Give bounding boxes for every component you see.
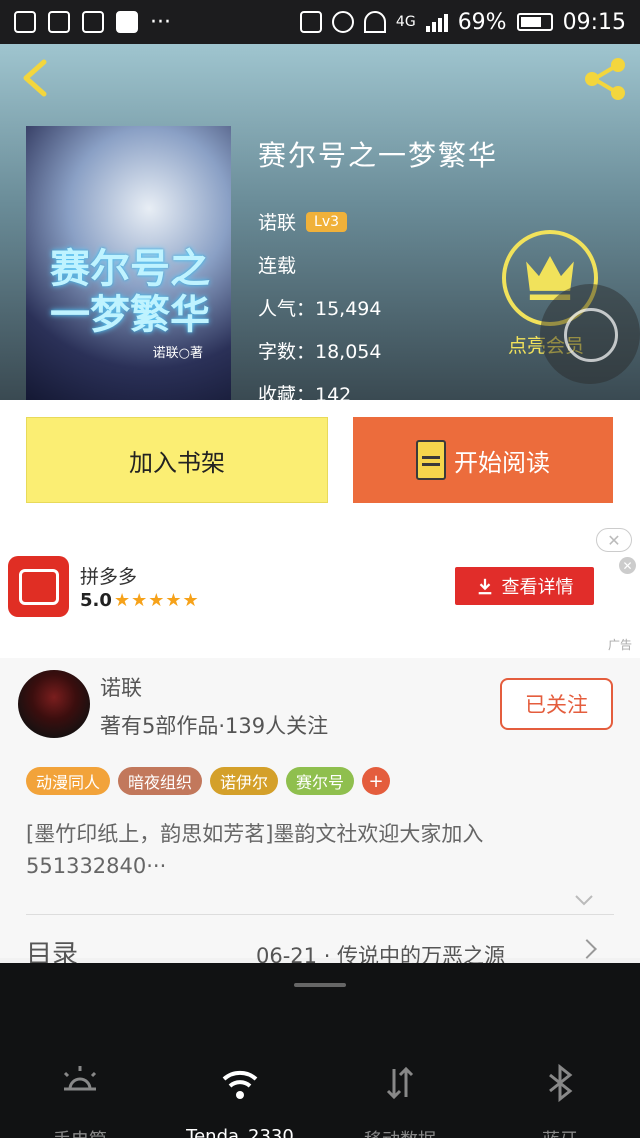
popularity-text: 人气：15,494 (258, 298, 382, 320)
download-icon (478, 578, 491, 595)
word-count-text: 字数：18,054 (258, 341, 382, 363)
start-reading-label: 开始阅读 (454, 448, 550, 477)
star-rating-icon: ★★★★★ (114, 590, 200, 611)
book-icon (416, 440, 446, 480)
mobile-data-icon (386, 1066, 414, 1100)
author-card: 诺联 著有5部作品·139人关注 已关注 动漫同人 暗夜组织 诺伊尔 赛尔号 +… (0, 658, 640, 970)
app-notification-icon (48, 11, 70, 33)
wifi-icon (222, 1070, 258, 1099)
ad-rating: 5.0 (80, 590, 112, 611)
tag-list: 动漫同人 暗夜组织 诺伊尔 赛尔号 + (26, 767, 391, 795)
book-header: 赛尔号之一梦繁华 诺联○著 赛尔号之一梦繁华 诺联 Lv3 连载 人气：15,4… (0, 44, 640, 400)
book-info: 赛尔号之一梦繁华 诺联 Lv3 连载 人气：15,494 字数：18,054 收… (258, 134, 498, 400)
bluetooth-toggle[interactable]: 蓝牙 (490, 1063, 630, 1138)
tag-item[interactable]: 诺伊尔 (210, 767, 279, 795)
ad-detail-label: 查看详情 (501, 577, 574, 598)
mobile-data-label: 移动数据 (330, 1126, 470, 1138)
author-meta: 著有5部作品·139人关注 (100, 714, 329, 738)
share-icon[interactable] (580, 54, 630, 104)
author-name[interactable]: 诺联 (258, 208, 296, 235)
network-type: 4G (395, 14, 416, 30)
chevron-right-icon[interactable] (577, 939, 597, 959)
mobile-data-toggle[interactable]: 移动数据 (330, 1063, 470, 1138)
flashlight-icon (63, 1066, 97, 1091)
add-tag-button[interactable]: + (362, 767, 391, 795)
start-reading-button[interactable]: 开始阅读 (353, 417, 613, 503)
book-description: [墨竹印纸上，韵思如芳茗]墨韵文社欢迎大家加入551332840··· (26, 822, 484, 878)
square-notification-icon (116, 11, 138, 33)
drag-handle[interactable] (294, 983, 346, 987)
more-notifications: ··· (150, 9, 171, 35)
battery-icon (516, 13, 553, 31)
wifi-label: Tenda_2330 (186, 1126, 294, 1138)
battery-percent: 69% (457, 9, 507, 35)
book-cover[interactable]: 赛尔号之一梦繁华 诺联○著 (26, 126, 231, 400)
chevron-down-icon[interactable] (574, 890, 594, 910)
bluetooth-label: 蓝牙 (490, 1126, 630, 1138)
add-to-shelf-button[interactable]: 加入书架 (26, 417, 328, 503)
ad-tag: 广告 (607, 638, 632, 652)
author-row: 诺联 Lv3 (258, 200, 498, 243)
author-card-name[interactable]: 诺联 (100, 672, 142, 702)
follow-label: 已关注 (525, 693, 588, 717)
cover-author: 诺联○著 (152, 346, 203, 361)
ad-close-button[interactable]: ✕ (596, 528, 632, 552)
cover-title: 赛尔号之一梦繁华 (50, 245, 210, 338)
favorites-text: 收藏：142 (258, 384, 352, 400)
action-bar: 加入书架 开始阅读 (0, 400, 640, 522)
divider (26, 914, 614, 915)
follow-button[interactable]: 已关注 (500, 678, 613, 730)
tag-item[interactable]: 动漫同人 (26, 767, 111, 795)
ad-banner[interactable]: ✕ ✕ 拼多多 5.0 ★★★★★ 查看详情 广告 (0, 522, 640, 658)
level-badge: Lv3 (306, 211, 348, 232)
add-to-shelf-label: 加入书架 (129, 448, 225, 477)
wifi-status-icon (363, 11, 386, 33)
clock: 09:15 (562, 9, 626, 35)
status-text: 连载 (258, 255, 297, 277)
flashlight-label: 手电筒 (10, 1126, 150, 1138)
status-bar: ··· 4G 69% 09:15 (0, 0, 640, 44)
ad-dismiss-icon[interactable]: ✕ (619, 557, 636, 574)
signal-icon (425, 12, 448, 32)
book-title: 赛尔号之一梦繁华 (258, 139, 499, 172)
back-icon[interactable] (18, 58, 58, 98)
quick-settings-panel: 手电筒 Tenda_2330 移动数据 蓝牙 (0, 963, 640, 1138)
flashlight-toggle[interactable]: 手电筒 (10, 1063, 150, 1138)
tag-item[interactable]: 赛尔号 (286, 767, 355, 795)
ad-detail-button[interactable]: 查看详情 (455, 567, 594, 605)
bluetooth-icon (549, 1063, 573, 1103)
ad-app-name: 拼多多 (80, 566, 138, 588)
tag-item[interactable]: 暗夜组织 (118, 767, 203, 795)
message-icon (82, 11, 104, 33)
alarm-icon (331, 11, 354, 33)
floating-assist-button[interactable] (540, 284, 640, 384)
app-logo-icon (8, 556, 69, 617)
avatar[interactable] (18, 670, 90, 738)
sim-icon (299, 11, 322, 33)
wifi-toggle[interactable]: Tenda_2330 (170, 1063, 310, 1138)
notification-icon (14, 11, 36, 33)
